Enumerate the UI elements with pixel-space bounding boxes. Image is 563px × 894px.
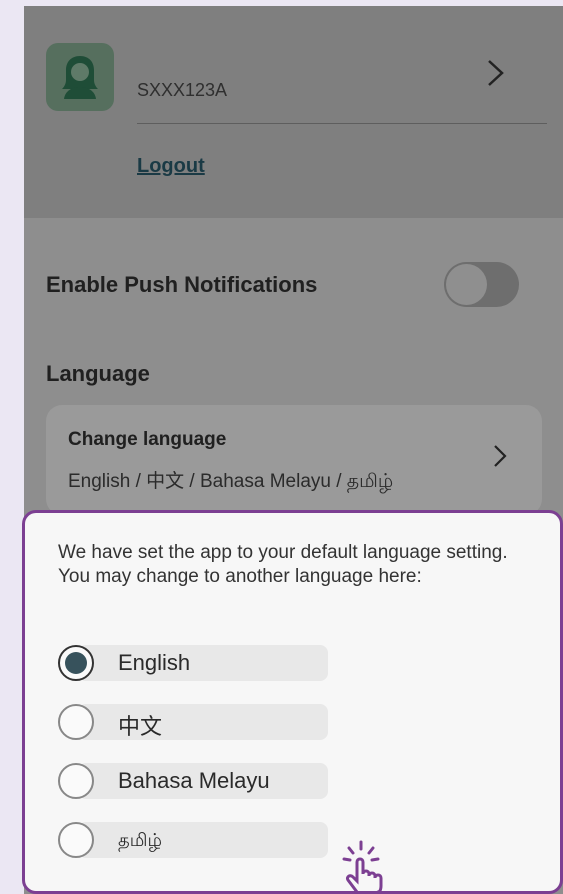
radio-button[interactable] [58, 763, 94, 799]
chevron-right-icon[interactable] [480, 58, 510, 88]
radio-button[interactable] [58, 822, 94, 858]
default-language-message: We have set the app to your default lang… [58, 542, 508, 587]
language-option-malay[interactable]: Bahasa Melayu [58, 763, 328, 799]
radio-button[interactable] [58, 704, 94, 740]
language-option-chinese[interactable]: 中文 [58, 704, 328, 740]
change-language-card[interactable]: Change language English / 中文 / Bahasa Me… [46, 405, 542, 515]
profile-divider [137, 123, 547, 124]
avatar [46, 43, 114, 111]
user-id: SXXX123A [137, 80, 228, 100]
radio-selected-dot [65, 652, 87, 674]
chevron-right-icon [494, 445, 507, 467]
change-language-subtitle: English / 中文 / Bahasa Melayu / தமிழ் [68, 471, 394, 492]
option-label: தமிழ் [118, 830, 162, 850]
language-option-english[interactable]: English [58, 645, 328, 681]
option-label: Bahasa Melayu [118, 768, 270, 793]
change-language-title: Change language [68, 429, 227, 450]
option-pill [78, 645, 328, 681]
option-label: 中文 [118, 714, 163, 739]
tap-hand-icon [342, 840, 383, 894]
option-pill [78, 822, 328, 858]
user-avatar-icon [62, 56, 98, 99]
language-heading: Language [46, 361, 150, 386]
option-pill [78, 704, 328, 740]
radio-button[interactable] [58, 645, 94, 681]
push-notifications-label: Enable Push Notifications [46, 272, 318, 297]
option-label: English [118, 650, 191, 675]
language-selection-sheet: We have set the app to your default lang… [22, 510, 563, 894]
toggle-knob [446, 264, 487, 305]
profile-panel[interactable]: SXXX123A Logout [24, 6, 563, 218]
language-option-tamil[interactable]: தமிழ் [58, 822, 328, 858]
push-notifications-toggle[interactable] [444, 262, 519, 307]
logout-link[interactable]: Logout [137, 155, 205, 178]
